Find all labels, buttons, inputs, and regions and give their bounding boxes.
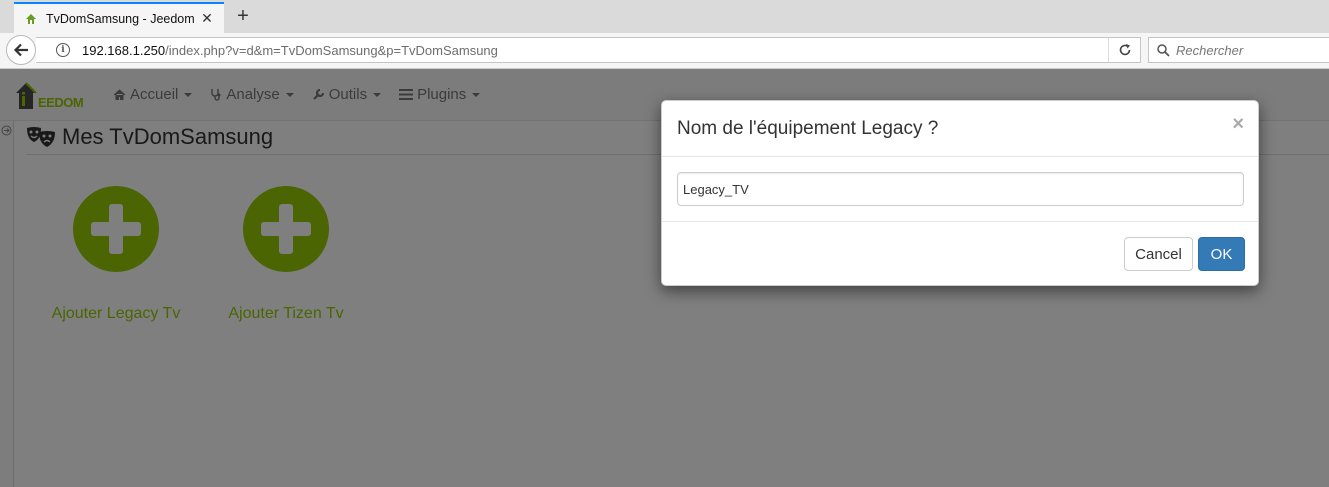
site-info-icon[interactable]: i	[56, 43, 70, 57]
reload-icon[interactable]	[1108, 38, 1140, 62]
search-input[interactable]: Rechercher	[1148, 37, 1329, 63]
tab-title: TvDomSamsung - Jeedom	[46, 11, 195, 26]
jeedom-favicon-icon	[24, 12, 38, 26]
ok-button[interactable]: OK	[1198, 237, 1245, 271]
browser-nav-bar: i 192.168.1.250/index.php?v=d&m=TvDomSam…	[0, 33, 1329, 69]
modal-title: Nom de l'équipement Legacy ?	[677, 118, 939, 139]
browser-tab[interactable]: TvDomSamsung - Jeedom ✕	[14, 2, 224, 33]
close-tab-icon[interactable]: ✕	[196, 8, 218, 30]
name-prompt-dialog: Nom de l'équipement Legacy ? × Cancel OK	[661, 100, 1259, 286]
close-icon[interactable]: ×	[1232, 113, 1244, 136]
url-text[interactable]: 192.168.1.250/index.php?v=d&m=TvDomSamsu…	[82, 43, 498, 58]
back-arrow-icon	[13, 43, 28, 57]
modal-body	[662, 157, 1258, 222]
new-tab-button[interactable]: +	[232, 5, 254, 27]
browser-tab-bar: TvDomSamsung - Jeedom ✕ +	[0, 0, 1329, 33]
cancel-button[interactable]: Cancel	[1124, 237, 1193, 271]
search-placeholder: Rechercher	[1176, 42, 1244, 58]
url-host: 192.168.1.250	[82, 42, 166, 58]
search-icon	[1157, 43, 1170, 57]
equipment-name-input[interactable]	[677, 172, 1244, 206]
modal-header: Nom de l'équipement Legacy ? ×	[662, 101, 1258, 157]
back-button[interactable]	[6, 35, 36, 65]
url-bar[interactable]: i 192.168.1.250/index.php?v=d&m=TvDomSam…	[36, 37, 1141, 63]
url-path: /index.php?v=d&m=TvDomSamsung&p=TvDomSam…	[165, 42, 498, 58]
modal-footer: Cancel OK	[662, 222, 1258, 286]
